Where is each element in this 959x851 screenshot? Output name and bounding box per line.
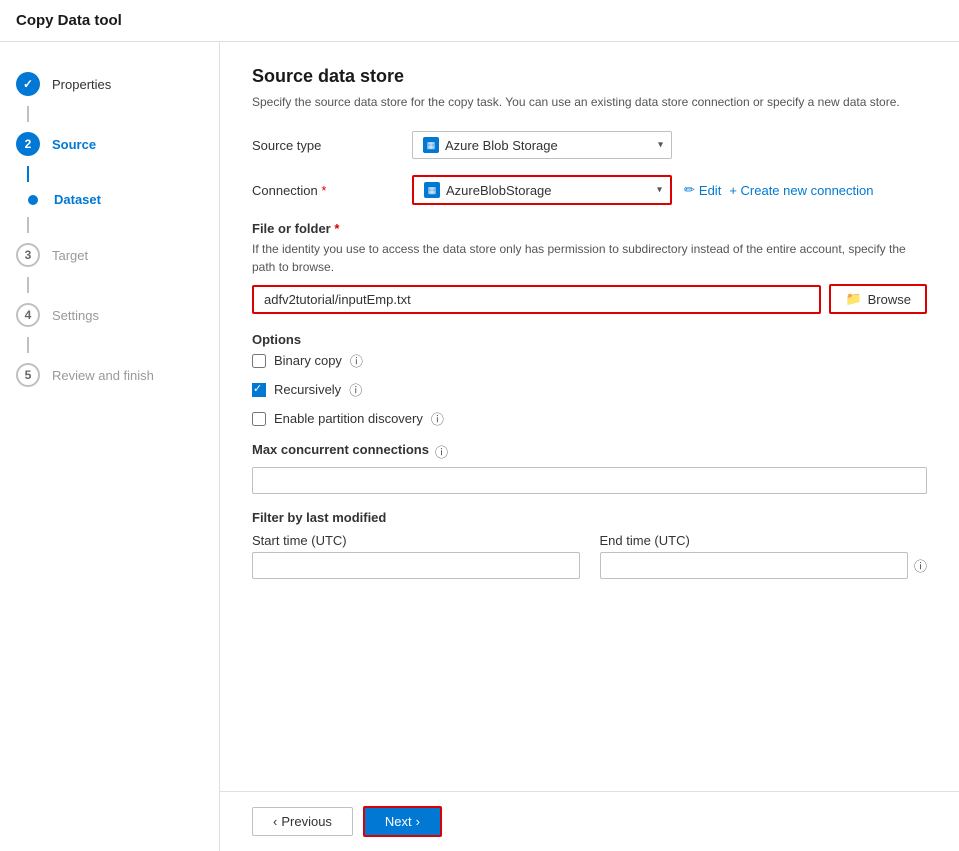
max-connections-section: Max concurrent connections ⓘ bbox=[252, 442, 927, 494]
enable-partition-label: Enable partition discovery bbox=[274, 411, 423, 426]
options-label: Options bbox=[252, 332, 927, 347]
connection-select[interactable]: ▦ AzureBlobStorage ▾ bbox=[412, 175, 672, 205]
file-folder-section: File or folder * If the identity you use… bbox=[252, 221, 927, 314]
max-connections-label: Max concurrent connections bbox=[252, 442, 429, 457]
connection-actions: ✏ Edit + Create new connection bbox=[684, 182, 874, 198]
options-section: Options Binary copy ⓘ Recursively ⓘ bbox=[252, 332, 927, 428]
sidebar-item-dataset[interactable]: Dataset bbox=[0, 182, 219, 217]
recursively-checkbox-wrapper: Recursively ⓘ bbox=[252, 380, 362, 399]
folder-icon: 📁 bbox=[845, 291, 861, 307]
enable-partition-checkbox[interactable] bbox=[252, 412, 266, 426]
connection-select-wrapper: ▦ AzureBlobStorage ▾ bbox=[412, 175, 672, 205]
step-circle-review: 5 bbox=[16, 363, 40, 387]
time-row: Start time (UTC) End time (UTC) ⓘ bbox=[252, 533, 927, 579]
end-time-info-icon: ⓘ bbox=[914, 556, 927, 575]
enable-partition-info-icon: ⓘ bbox=[431, 409, 444, 428]
filter-label: Filter by last modified bbox=[252, 510, 927, 525]
recursively-info-icon: ⓘ bbox=[349, 380, 362, 399]
end-time-field: End time (UTC) ⓘ bbox=[600, 533, 928, 579]
connection-controls: ▦ AzureBlobStorage ▾ ✏ Edit + Create new… bbox=[412, 175, 874, 205]
connection-value: AzureBlobStorage bbox=[446, 183, 552, 198]
step-circle-source: 2 bbox=[16, 132, 40, 156]
end-time-label: End time (UTC) bbox=[600, 533, 928, 548]
app-header: Copy Data tool bbox=[0, 0, 959, 42]
source-type-row: Source type ▦ Azure Blob Storage ▾ bbox=[252, 131, 927, 159]
step-circle-target: 3 bbox=[16, 243, 40, 267]
partition-discovery-row: Enable partition discovery ⓘ bbox=[252, 409, 927, 428]
source-type-value: Azure Blob Storage bbox=[445, 138, 558, 153]
sidebar: ✓ Properties 2 Source Dataset 3 Target 4… bbox=[0, 42, 220, 851]
pencil-icon: ✏ bbox=[684, 182, 695, 198]
file-folder-required: * bbox=[334, 221, 339, 236]
filter-section: Filter by last modified Start time (UTC)… bbox=[252, 510, 927, 579]
recursively-row: Recursively ⓘ bbox=[252, 380, 927, 399]
start-time-label: Start time (UTC) bbox=[252, 533, 580, 548]
recursively-checkbox[interactable] bbox=[252, 383, 266, 397]
step-connector-4 bbox=[27, 277, 29, 293]
chevron-right-icon: › bbox=[416, 814, 420, 829]
app-title: Copy Data tool bbox=[16, 12, 122, 29]
binary-copy-checkbox[interactable] bbox=[252, 354, 266, 368]
recursively-label: Recursively bbox=[274, 382, 341, 397]
source-type-select[interactable]: ▦ Azure Blob Storage ▾ bbox=[412, 131, 672, 159]
sidebar-label-review: Review and finish bbox=[52, 368, 154, 383]
content-area: Source data store Specify the source dat… bbox=[220, 42, 959, 791]
blob-icon-source: ▦ bbox=[423, 137, 439, 153]
partition-discovery-checkbox-wrapper: Enable partition discovery ⓘ bbox=[252, 409, 444, 428]
end-time-input[interactable] bbox=[600, 552, 908, 579]
sidebar-label-properties: Properties bbox=[52, 77, 111, 92]
connection-required: * bbox=[321, 183, 326, 198]
chevron-down-icon: ▾ bbox=[658, 140, 663, 151]
sidebar-label-dataset: Dataset bbox=[54, 192, 101, 207]
main-content: Source data store Specify the source dat… bbox=[220, 42, 959, 851]
max-connections-input[interactable] bbox=[252, 467, 927, 494]
binary-copy-label: Binary copy bbox=[274, 353, 342, 368]
step-circle-settings: 4 bbox=[16, 303, 40, 327]
edit-button[interactable]: ✏ Edit bbox=[684, 182, 721, 198]
binary-copy-info-icon: ⓘ bbox=[350, 351, 363, 370]
footer: ‹ Previous Next › bbox=[220, 791, 959, 851]
sidebar-item-source[interactable]: 2 Source bbox=[0, 122, 219, 166]
binary-copy-checkbox-wrapper: Binary copy ⓘ bbox=[252, 351, 363, 370]
blob-icon-connection: ▦ bbox=[424, 182, 440, 198]
browse-button[interactable]: 📁 Browse bbox=[829, 284, 927, 314]
chevron-left-icon: ‹ bbox=[273, 814, 277, 829]
file-folder-input[interactable] bbox=[252, 285, 821, 314]
binary-copy-row: Binary copy ⓘ bbox=[252, 351, 927, 370]
step-dot-dataset bbox=[28, 195, 38, 205]
start-time-input[interactable] bbox=[252, 552, 580, 579]
source-type-select-wrapper: ▦ Azure Blob Storage ▾ bbox=[412, 131, 672, 159]
sidebar-item-properties[interactable]: ✓ Properties bbox=[0, 62, 219, 106]
step-connector-3 bbox=[27, 217, 29, 233]
connection-label: Connection * bbox=[252, 183, 412, 198]
sidebar-item-target[interactable]: 3 Target bbox=[0, 233, 219, 277]
step-connector-2 bbox=[27, 166, 29, 182]
file-folder-description: If the identity you use to access the da… bbox=[252, 240, 927, 276]
sidebar-item-review[interactable]: 5 Review and finish bbox=[0, 353, 219, 397]
file-folder-row: 📁 Browse bbox=[252, 284, 927, 314]
previous-button[interactable]: ‹ Previous bbox=[252, 807, 353, 836]
step-connector-1 bbox=[27, 106, 29, 122]
sidebar-label-target: Target bbox=[52, 248, 88, 263]
file-folder-label: File or folder * bbox=[252, 221, 927, 236]
sidebar-item-settings[interactable]: 4 Settings bbox=[0, 293, 219, 337]
chevron-down-connection-icon: ▾ bbox=[657, 185, 662, 196]
next-button[interactable]: Next › bbox=[363, 806, 442, 837]
step-connector-5 bbox=[27, 337, 29, 353]
source-type-label: Source type bbox=[252, 138, 412, 153]
sidebar-label-source: Source bbox=[52, 137, 96, 152]
page-title: Source data store bbox=[252, 66, 927, 87]
step-circle-properties: ✓ bbox=[16, 72, 40, 96]
page-description: Specify the source data store for the co… bbox=[252, 93, 927, 111]
connection-row: Connection * ▦ AzureBlobStorage ▾ ✏ bbox=[252, 175, 927, 205]
sidebar-label-settings: Settings bbox=[52, 308, 99, 323]
start-time-field: Start time (UTC) bbox=[252, 533, 580, 579]
max-connections-info-icon: ⓘ bbox=[435, 442, 448, 461]
create-connection-button[interactable]: + Create new connection bbox=[729, 183, 873, 198]
